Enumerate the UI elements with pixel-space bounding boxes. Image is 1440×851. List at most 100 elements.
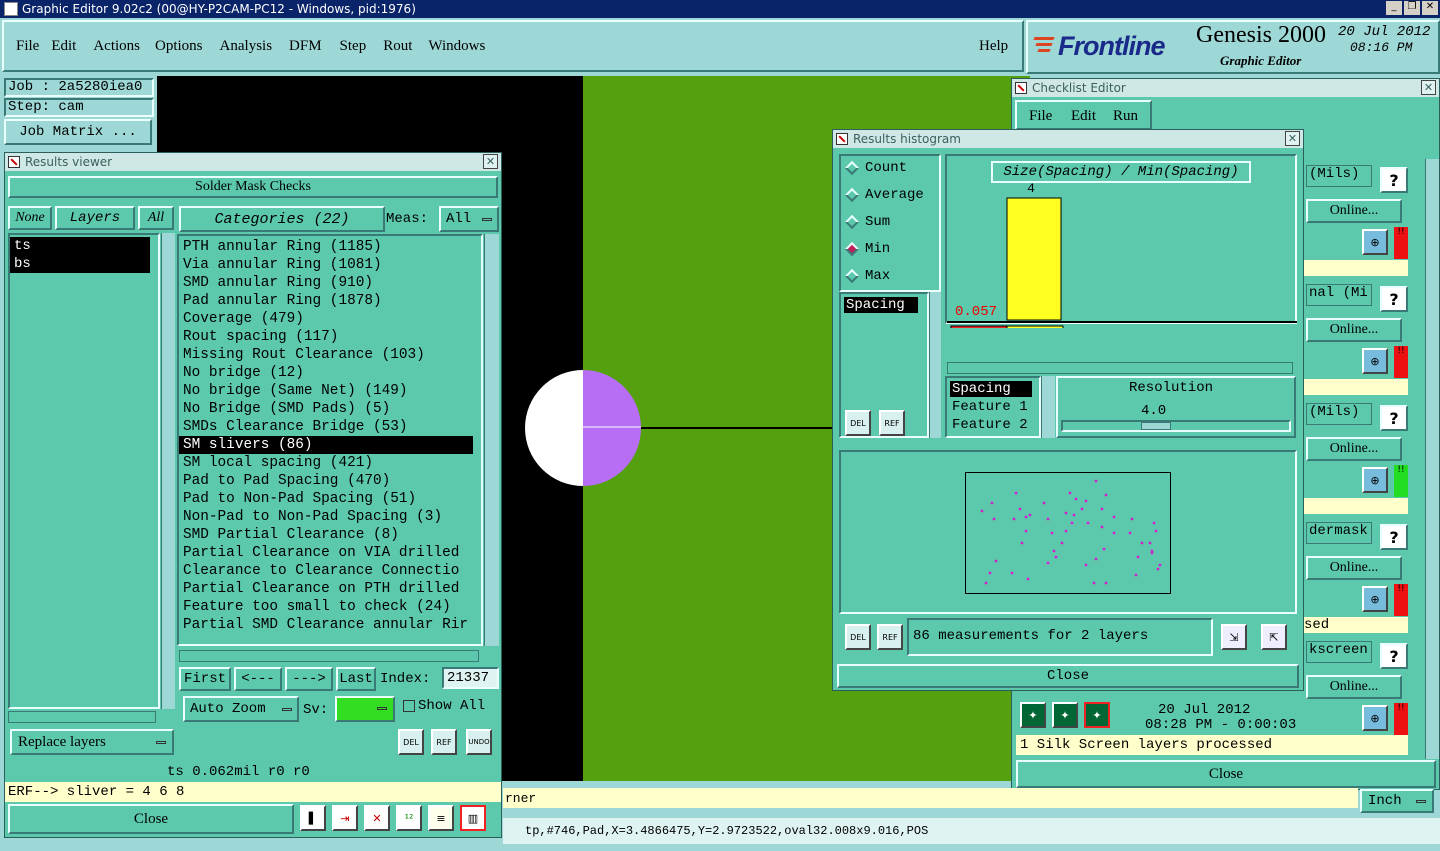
meas-select[interactable]: All — [439, 206, 499, 232]
category-item[interactable]: No bridge (Same Net) (149) — [179, 382, 481, 400]
run-all-icon[interactable]: ✦ — [1052, 702, 1078, 728]
ref-button[interactable]: REF — [431, 729, 457, 755]
close-window-button[interactable]: ✕ — [1422, 1, 1438, 15]
import-icon[interactable]: ⇱ — [1261, 624, 1287, 650]
sv-color-select[interactable] — [335, 696, 395, 722]
minimize-button[interactable]: _ — [1386, 1, 1402, 15]
hist-ref-button[interactable]: REF — [879, 410, 905, 436]
first-button[interactable]: First — [179, 667, 231, 691]
menu-edit[interactable]: Edit — [51, 38, 76, 55]
option-max[interactable]: Max — [844, 268, 890, 284]
category-item[interactable]: SMD Partial Clearance (8) — [179, 526, 481, 544]
option-count[interactable]: Count — [844, 160, 907, 176]
category-item[interactable]: SMD annular Ring (910) — [179, 274, 481, 292]
res-list-scrollbar[interactable] — [1041, 376, 1055, 438]
zoom-icon[interactable]: ⊕ — [1362, 348, 1388, 374]
meas-list-item[interactable]: Spacing — [844, 297, 918, 313]
help-button[interactable]: ? — [1380, 643, 1408, 669]
res-list-item[interactable]: Spacing — [950, 381, 1032, 397]
del-button[interactable]: DEL — [398, 729, 424, 755]
prev-button[interactable]: <--- — [234, 667, 282, 691]
category-item[interactable]: No bridge (12) — [179, 364, 481, 382]
layer-list[interactable]: ts bs — [8, 233, 160, 709]
layer-icon[interactable]: ▌ — [300, 805, 326, 831]
category-item[interactable]: Partial SMD Clearance annular Rir — [179, 616, 481, 634]
menu-dfm[interactable]: DFM — [289, 38, 322, 55]
category-item[interactable]: Pad to Non-Pad Spacing (51) — [179, 490, 481, 508]
histogram-close-button[interactable]: Close — [837, 664, 1299, 688]
maximize-button[interactable]: ❐ — [1404, 1, 1420, 15]
online-button[interactable]: Online... — [1306, 675, 1402, 699]
option-min[interactable]: Min — [844, 241, 890, 257]
slider-thumb[interactable] — [1141, 422, 1171, 430]
numbers-icon[interactable]: ¹² — [396, 805, 422, 831]
menu-actions[interactable]: Actions — [93, 38, 140, 55]
category-item[interactable]: Coverage (479) — [179, 310, 481, 328]
units-select[interactable]: Inch — [1360, 789, 1434, 813]
zoom-icon[interactable]: ⊕ — [1362, 586, 1388, 612]
zoom-icon[interactable]: ⊕ — [1362, 229, 1388, 255]
menu-rout[interactable]: Rout — [383, 38, 412, 55]
last-button[interactable]: Last — [336, 667, 376, 691]
summary-ref-button[interactable]: REF — [877, 624, 903, 650]
category-item[interactable]: SM slivers (86) — [179, 436, 473, 454]
histogram-icon[interactable]: ▥ — [460, 805, 486, 831]
close-icon[interactable]: ✕ — [1285, 131, 1300, 146]
category-item[interactable]: SMDs Clearance Bridge (53) — [179, 418, 481, 436]
layer-item[interactable]: ts — [10, 237, 150, 255]
menu-options[interactable]: Options — [155, 38, 203, 55]
category-item[interactable]: Clearance to Clearance Connectio — [179, 562, 481, 580]
show-all-checkbox[interactable] — [403, 700, 415, 712]
next-button[interactable]: ---> — [285, 667, 333, 691]
all-button[interactable]: All — [138, 206, 174, 230]
resolution-list[interactable]: Spacing Feature 1 Feature 2 — [945, 376, 1041, 438]
category-item[interactable]: Rout spacing (117) — [179, 328, 481, 346]
menu-help[interactable]: Help — [979, 38, 1008, 55]
undo-button[interactable]: UNDO — [466, 729, 492, 755]
help-button[interactable]: ? — [1380, 405, 1408, 431]
categories-button[interactable]: Categories (22) — [179, 206, 385, 232]
category-item[interactable]: Non-Pad to Non-Pad Spacing (3) — [179, 508, 481, 526]
online-button[interactable]: Online... — [1306, 556, 1402, 580]
category-item[interactable]: Feature too small to check (24) — [179, 598, 481, 616]
menu-analysis[interactable]: Analysis — [220, 38, 273, 55]
checklist-scrollbar[interactable] — [1425, 159, 1439, 759]
checklist-close-button[interactable]: Close — [1016, 760, 1436, 788]
checklist-menu-run[interactable]: Run — [1113, 108, 1138, 125]
close-icon[interactable]: ✕ — [1421, 80, 1436, 95]
layers-tab[interactable]: Layers — [55, 206, 135, 230]
option-sum[interactable]: Sum — [844, 214, 890, 230]
online-button[interactable]: Online... — [1306, 199, 1402, 223]
resolution-slider[interactable] — [1061, 420, 1291, 432]
category-item[interactable]: Partial Clearance on VIA drilled — [179, 544, 481, 562]
hist-del-button[interactable]: DEL — [845, 410, 871, 436]
help-button[interactable]: ? — [1380, 167, 1408, 193]
close-icon[interactable]: ✕ — [483, 154, 498, 169]
online-button[interactable]: Online... — [1306, 318, 1402, 342]
category-item[interactable]: Partial Clearance on PTH drilled — [179, 580, 481, 598]
index-input[interactable]: 21337 — [442, 667, 499, 689]
category-item[interactable]: Pad to Pad Spacing (470) — [179, 472, 481, 490]
report-icon[interactable]: ≡ — [428, 805, 454, 831]
layer-list-scrollbar[interactable] — [161, 233, 175, 709]
option-average[interactable]: Average — [844, 187, 924, 203]
auto-zoom-menu[interactable]: Auto Zoom — [183, 696, 299, 722]
menu-step[interactable]: Step — [340, 38, 367, 55]
layer-item[interactable]: bs — [10, 255, 150, 273]
res-list-item[interactable]: Feature 2 — [952, 417, 1028, 433]
none-button[interactable]: None — [8, 206, 52, 230]
category-item[interactable]: SM local spacing (421) — [179, 454, 481, 472]
menu-windows[interactable]: Windows — [428, 38, 485, 55]
run-action-icon[interactable]: ✦ — [1020, 702, 1046, 728]
run-selected-icon[interactable]: ✦ — [1084, 702, 1110, 728]
category-item[interactable]: PTH annular Ring (1185) — [179, 238, 481, 256]
results-close-button[interactable]: Close — [8, 804, 294, 834]
online-button[interactable]: Online... — [1306, 437, 1402, 461]
summary-del-button[interactable]: DEL — [845, 624, 871, 650]
job-matrix-button[interactable]: Job Matrix ... — [4, 119, 152, 145]
category-list-scrollbar[interactable] — [484, 234, 499, 646]
res-list-item[interactable]: Feature 1 — [952, 399, 1028, 415]
category-item[interactable]: No Bridge (SMD Pads) (5) — [179, 400, 481, 418]
ref-disabled-icon[interactable]: ✕ — [364, 805, 390, 831]
meas-list-scrollbar[interactable] — [929, 292, 941, 438]
